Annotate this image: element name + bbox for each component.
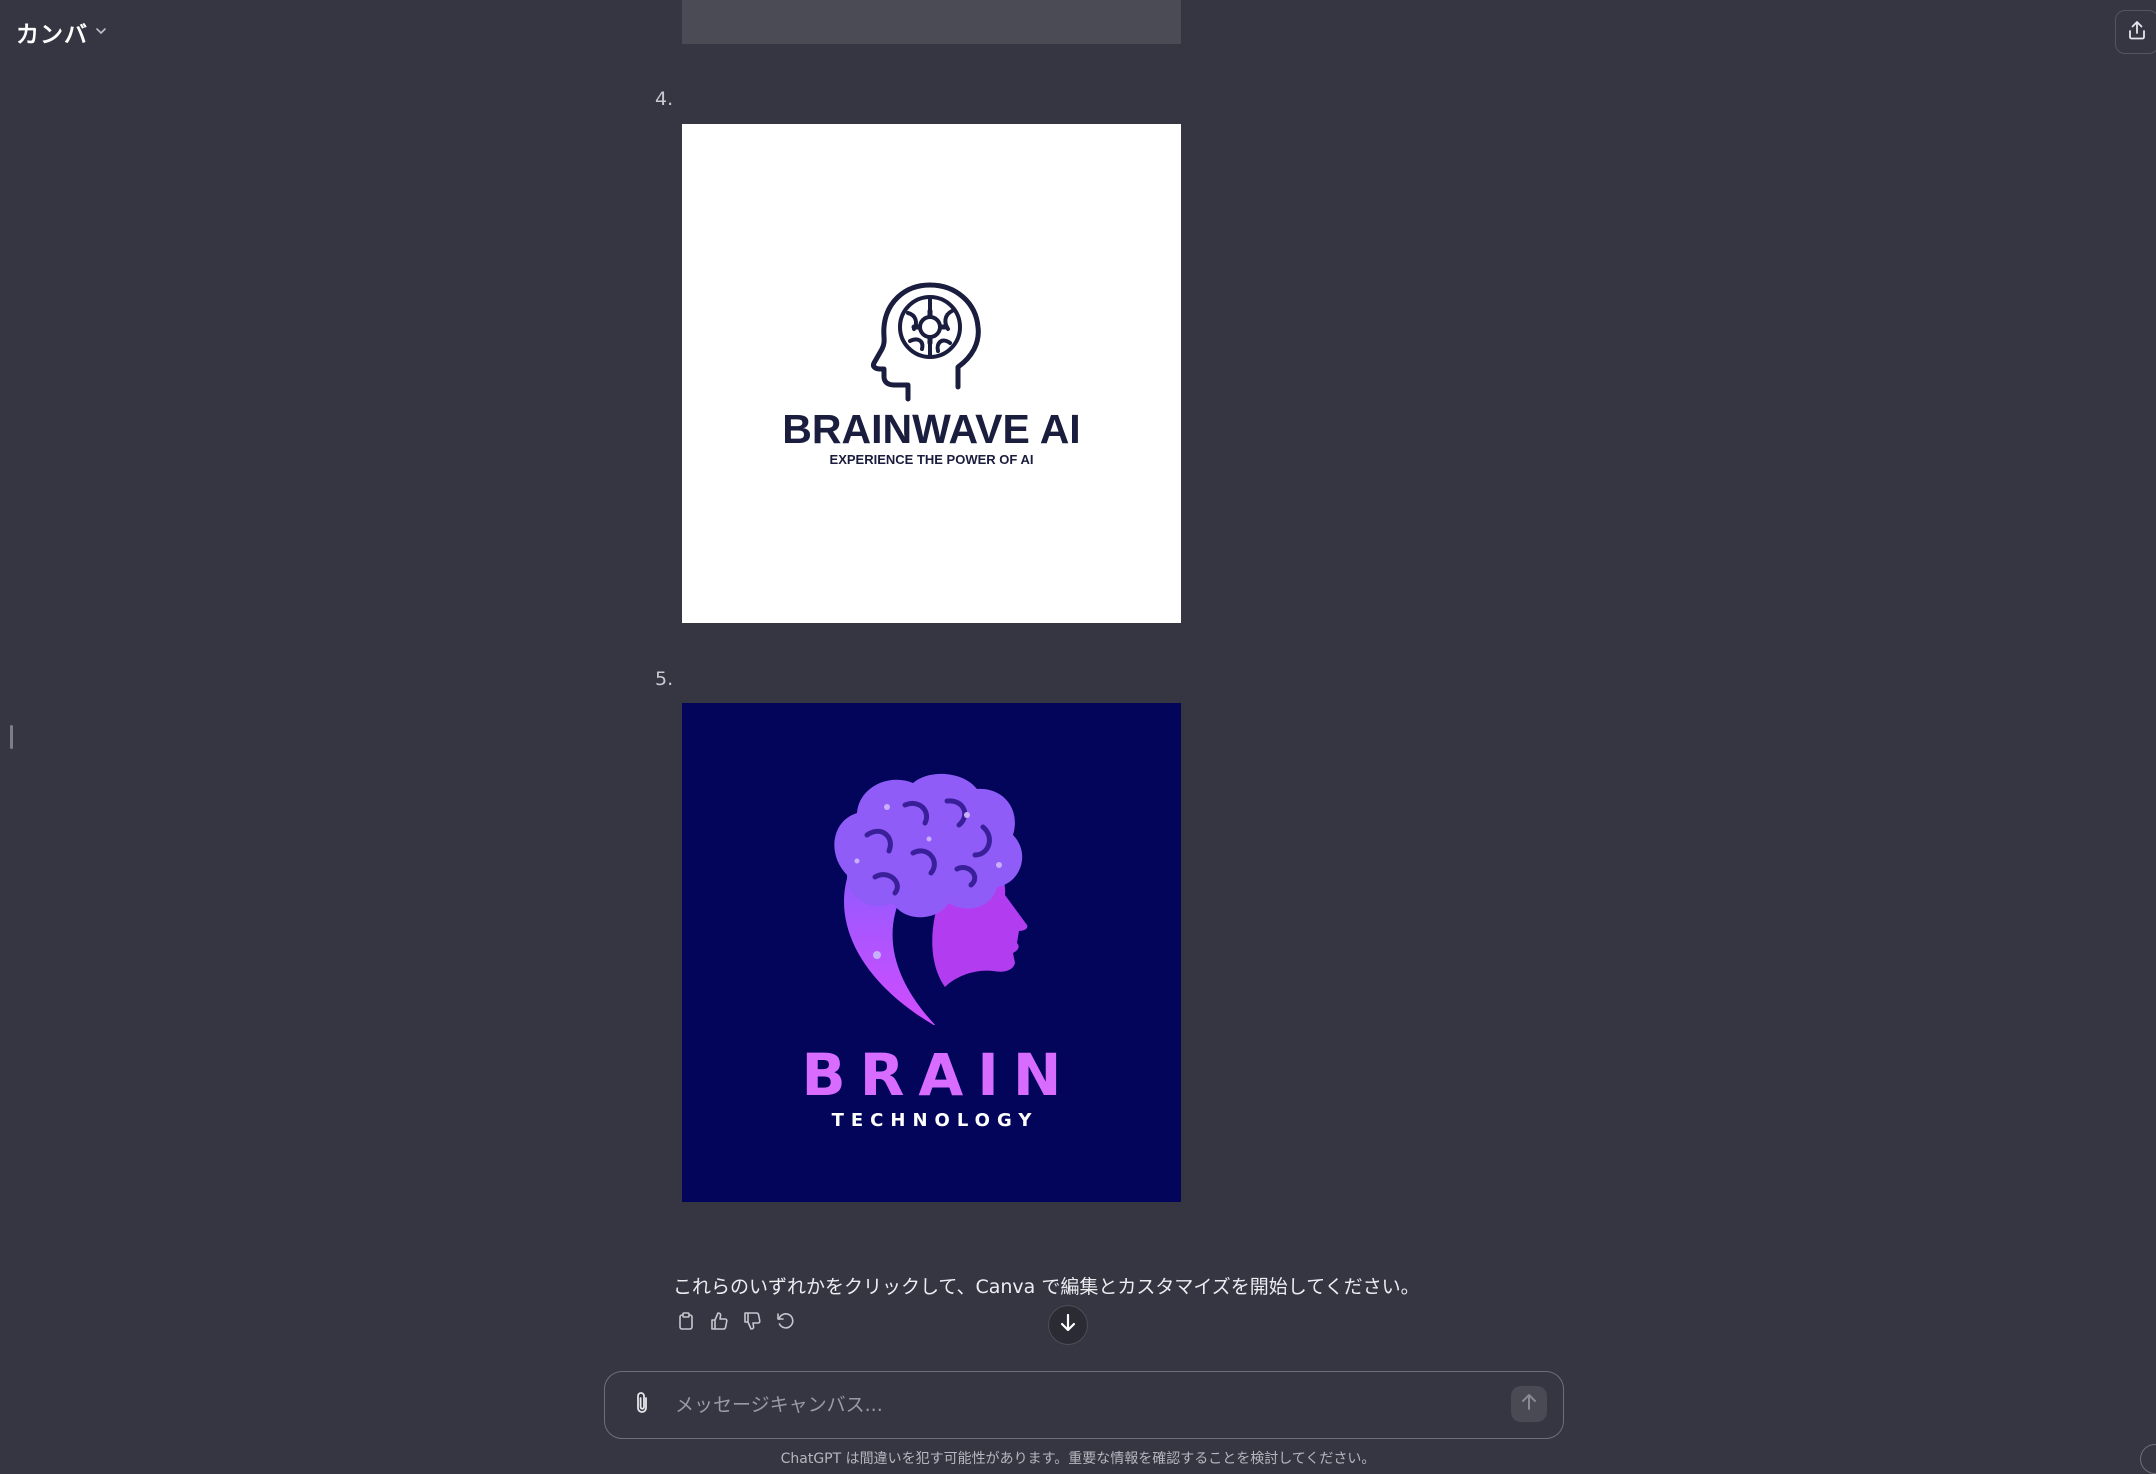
page-title: カンバ <box>16 22 88 48</box>
share-button[interactable] <box>2115 10 2156 54</box>
disclaimer-text: ChatGPT は間違いを犯す可能性があります。重要な情報を確認することを検討し… <box>780 1451 1376 1467</box>
logo-image-brainwave[interactable]: BRAINWAVE AI EXPERIENCE THE POWER OF AI <box>682 124 1181 623</box>
message-actions <box>672 1310 798 1336</box>
logo-image-3-partial[interactable] <box>682 0 1181 44</box>
send-button[interactable] <box>1511 1386 1547 1422</box>
thumbs-down-button[interactable] <box>738 1310 765 1336</box>
canvas-title-menu[interactable]: カンバ <box>16 14 108 50</box>
paperclip-icon <box>633 1390 651 1420</box>
refresh-icon <box>775 1311 795 1335</box>
thumbs-up-button[interactable] <box>705 1310 732 1336</box>
copy-button[interactable] <box>672 1310 699 1336</box>
arrow-up-icon <box>1521 1393 1537 1415</box>
thumbs-up-icon <box>709 1311 729 1335</box>
scroll-to-bottom-button[interactable] <box>1048 1305 1088 1345</box>
attach-button[interactable] <box>627 1390 657 1420</box>
message-composer <box>604 1371 1564 1439</box>
assistant-message-text: これらのいずれかをクリックして、Canva で編集とカスタマイズを開始してくださ… <box>673 1276 1420 1298</box>
logo-tagline: TECHNOLOGY <box>831 1110 1039 1131</box>
regenerate-button[interactable] <box>771 1310 798 1336</box>
arrow-down-icon <box>1059 1313 1077 1337</box>
logo-brand-name: BRAIN <box>801 1041 1076 1109</box>
message-input[interactable] <box>673 1384 1497 1426</box>
thumbs-down-icon <box>742 1311 762 1335</box>
logo-image-brain-technology[interactable]: BRAIN TECHNOLOGY <box>682 703 1181 1202</box>
list-number-4: 4. <box>655 88 674 110</box>
list-number-5: 5. <box>655 668 674 690</box>
clipboard-icon <box>677 1311 695 1335</box>
chevron-down-icon <box>94 23 108 42</box>
brain-gear-head-icon <box>871 282 981 402</box>
logo-tagline: EXPERIENCE THE POWER OF AI <box>829 452 1034 467</box>
share-icon <box>2127 19 2147 45</box>
brain-face-icon <box>834 773 1028 1025</box>
logo-brand-name: BRAINWAVE AI <box>782 406 1081 452</box>
sidebar-resize-handle[interactable] <box>10 725 13 749</box>
